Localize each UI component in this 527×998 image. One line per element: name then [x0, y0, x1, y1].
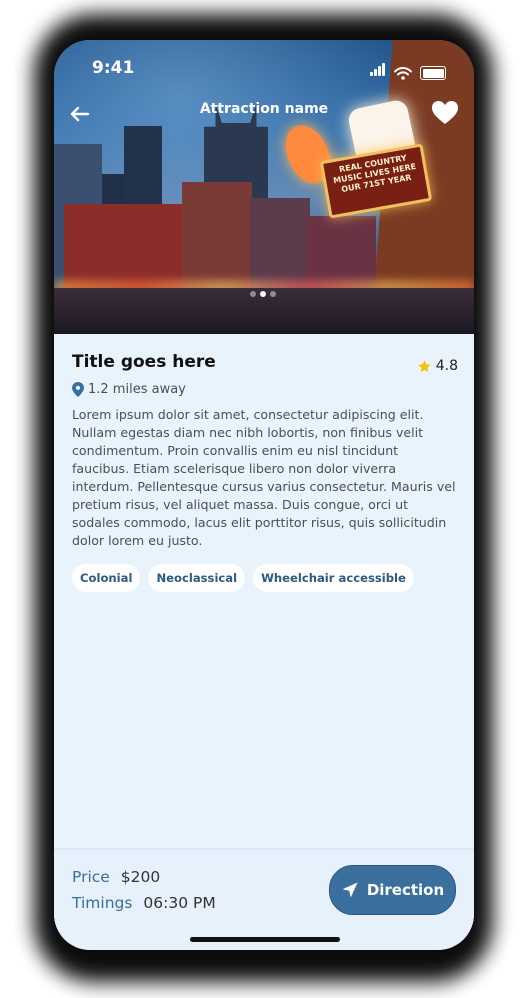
device-frame: REAL COUNTRY MUSIC LIVES HERE OUR 71ST Y… [0, 0, 527, 998]
price-value: $200 [120, 868, 161, 886]
location-pin-icon [72, 382, 84, 397]
price-label: Price [72, 868, 110, 886]
tag-chip[interactable]: Colonial [72, 564, 141, 592]
details-section: Title goes here 4.8 1.2 miles away Lorem… [72, 352, 458, 592]
timings-label: Timings [72, 894, 133, 912]
carousel-dot-active[interactable] [260, 291, 266, 297]
battery-icon [420, 66, 446, 80]
tag-chip[interactable]: Neoclassical [148, 564, 246, 592]
home-indicator [190, 937, 340, 942]
page-title: Attraction name [199, 101, 329, 117]
heart-icon[interactable] [430, 98, 460, 128]
rating-value: 4.8 [435, 358, 458, 374]
top-app-bar: Attraction name [54, 98, 474, 132]
carousel-dot[interactable] [270, 291, 276, 297]
status-time: 9:41 [92, 58, 135, 78]
cellular-signal-icon [370, 61, 386, 80]
phone-screen: REAL COUNTRY MUSIC LIVES HERE OUR 71ST Y… [54, 40, 474, 950]
carousel-dot[interactable] [250, 291, 256, 297]
tag-list: Colonial Neoclassical Wheelchair accessi… [72, 564, 458, 592]
carousel-indicator [250, 291, 276, 297]
tag-chip[interactable]: Wheelchair accessible [253, 564, 414, 592]
location-row: 1.2 miles away [72, 382, 458, 397]
timings-value: 06:30 PM [143, 894, 216, 912]
rating: 4.8 [417, 358, 458, 374]
bottom-bar: Price $200 Timings 06:30 PM Direction [54, 848, 474, 950]
send-navigation-icon [342, 882, 358, 898]
wifi-icon [394, 67, 412, 80]
star-icon [417, 359, 431, 372]
distance-text: 1.2 miles away [88, 382, 186, 397]
attraction-title: Title goes here [72, 352, 216, 372]
description: Lorem ipsum dolor sit amet, consectetur … [72, 407, 456, 548]
price-row: Price $200 [72, 868, 160, 886]
direction-button-label: Direction [366, 881, 445, 899]
direction-button[interactable]: Direction [329, 865, 456, 915]
status-icons [370, 61, 446, 80]
timings-row: Timings 06:30 PM [72, 894, 216, 912]
hero-image[interactable]: REAL COUNTRY MUSIC LIVES HERE OUR 71ST Y… [54, 40, 474, 334]
